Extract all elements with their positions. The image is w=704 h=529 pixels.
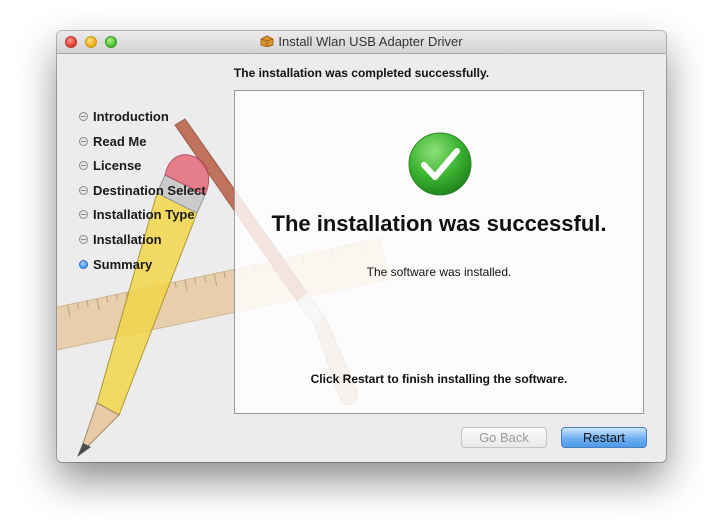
package-icon <box>260 35 274 47</box>
step-label: Read Me <box>93 133 147 149</box>
window-title-group: Install Wlan USB Adapter Driver <box>57 34 666 49</box>
step-read-me: Read Me <box>79 134 206 159</box>
step-introduction: Introduction <box>79 109 206 134</box>
checkmark-icon <box>408 132 472 196</box>
step-destination-select: Destination Select <box>79 183 206 208</box>
summary-panel: The installation was successful. The sof… <box>234 90 644 414</box>
step-installation-type: Installation Type <box>79 207 206 232</box>
installer-window: Install Wlan USB Adapter Driver The inst… <box>57 31 666 462</box>
step-bullet-icon <box>79 136 88 146</box>
title-bar[interactable]: Install Wlan USB Adapter Driver <box>57 31 666 54</box>
go-back-button[interactable]: Go Back <box>461 427 547 448</box>
step-license: License <box>79 158 206 183</box>
step-label: Introduction <box>93 109 169 124</box>
success-subtitle: The software was installed. <box>366 265 512 279</box>
success-title: The installation was successful. <box>271 211 607 236</box>
page-status-heading: The installation was completed successfu… <box>233 66 490 80</box>
step-bullet-icon <box>79 210 88 220</box>
window-title: Install Wlan USB Adapter Driver <box>278 34 463 49</box>
step-installation: Installation <box>79 232 206 257</box>
step-label: Destination Select <box>93 182 206 198</box>
restart-button[interactable]: Restart <box>561 427 647 448</box>
step-bullet-icon <box>79 234 88 244</box>
step-bullet-icon <box>79 185 88 195</box>
step-label: Installation Type <box>93 207 195 223</box>
installer-steps: Introduction Read Me License Destination… <box>79 109 206 281</box>
step-label: License <box>93 158 142 174</box>
step-summary: Summary <box>79 257 206 282</box>
step-label: Installation <box>93 231 162 247</box>
restart-instruction: Click Restart to finish installing the s… <box>310 372 568 386</box>
active-step-bullet-icon <box>79 259 88 269</box>
step-label: Summary <box>93 256 153 272</box>
step-bullet-icon <box>79 112 88 121</box>
step-bullet-icon <box>79 161 88 171</box>
